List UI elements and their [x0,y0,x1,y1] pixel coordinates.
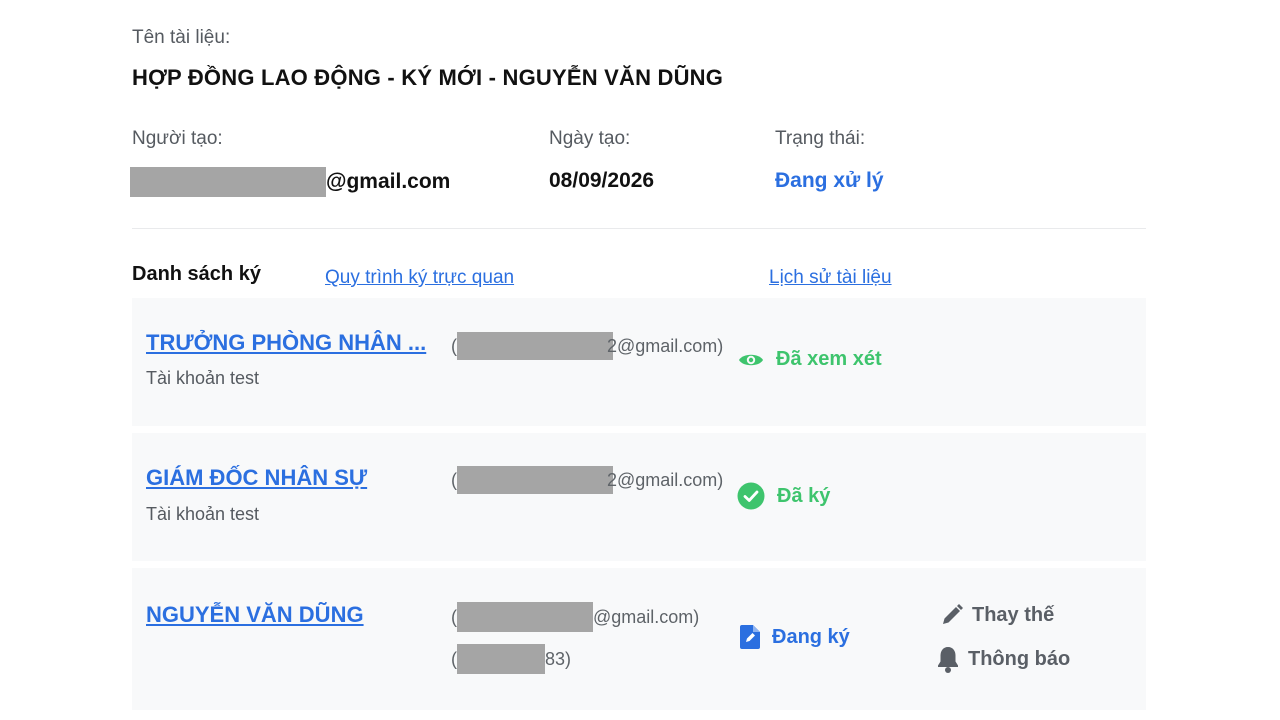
created-date-value: 08/09/2026 [549,169,655,192]
signer-status-text: Đang ký [772,625,850,648]
divider [132,228,1146,229]
signer-email: ( 2@gmail.com) [451,332,723,360]
signer-subtitle: Tài khoản test [146,504,260,524]
signer-status: Đã ký [737,482,830,510]
signer-status: Đang ký [740,625,850,649]
document-name-label: Tên tài liệu: [132,27,231,48]
redacted-block [457,466,613,494]
bell-icon [936,645,960,673]
signer-row: GIÁM ĐỐC NHÂN SỰ Tài khoản test ( 2@gmai… [132,433,1146,561]
eye-icon [738,351,764,369]
document-history-link[interactable]: Lịch sử tài liệu [769,267,892,289]
signer-email: ( 2@gmail.com) [451,466,723,494]
created-date-label: Ngày tạo: [549,128,631,149]
signer-name-link[interactable]: NGUYỄN VĂN DŨNG [146,602,364,628]
replace-button[interactable]: Thay thế [940,603,1054,627]
signer-phone: ( 83) [451,644,571,674]
document-title: HỢP ĐỒNG LAO ĐỘNG - KÝ MỚI - NGUYỄN VĂN … [132,65,724,90]
pencil-icon [940,603,964,627]
signer-status-text: Đã ký [777,484,831,507]
signer-row: NGUYỄN VĂN DŨNG ( @gmail.com) ( 83) Đang… [132,568,1146,710]
signer-row: TRƯỞNG PHÒNG NHÂN ... Tài khoản test ( 2… [132,298,1146,426]
visual-flow-link[interactable]: Quy trình ký trực quan [325,267,514,289]
file-edit-icon [740,625,760,649]
signer-email: ( @gmail.com) [451,602,699,632]
signing-list-title: Danh sách ký [132,263,261,285]
creator-email-suffix: @gmail.com [326,170,451,193]
signer-subtitle: Tài khoản test [146,368,260,388]
document-status: Đang xử lý [775,169,884,192]
creator-label: Người tạo: [132,128,223,149]
check-circle-icon [737,482,765,510]
notify-button[interactable]: Thông báo [936,645,1070,673]
signer-status: Đã xem xét [738,348,882,371]
redacted-block [457,644,545,674]
redacted-block [457,332,613,360]
creator-email: @gmail.com [130,167,450,197]
redacted-block [130,167,326,197]
signer-name-link[interactable]: GIÁM ĐỐC NHÂN SỰ [146,465,367,491]
notify-button-label: Thông báo [968,647,1071,670]
signer-status-text: Đã xem xét [776,348,882,370]
status-label: Trạng thái: [775,128,866,149]
signer-name-link[interactable]: TRƯỞNG PHÒNG NHÂN ... [146,330,426,356]
replace-button-label: Thay thế [972,603,1055,626]
redacted-block [457,602,593,632]
